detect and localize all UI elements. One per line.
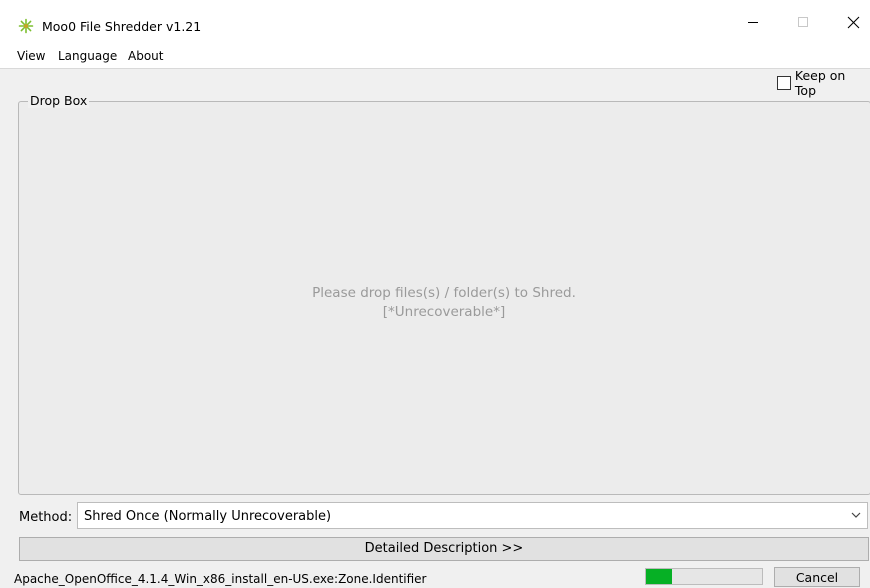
maximize-button[interactable] (780, 6, 826, 38)
drop-box-title: Drop Box (28, 93, 90, 108)
moo0-shredder-icon (18, 18, 34, 34)
drop-message-note: [*Unrecoverable*] (382, 304, 506, 320)
keep-on-top-checkbox[interactable]: Keep on Top (777, 68, 870, 98)
drop-message-line: Please drop files(s) / folder(s) to Shre… (312, 285, 576, 301)
minimize-button[interactable] (730, 6, 776, 38)
checkbox-box[interactable] (777, 76, 791, 90)
close-button[interactable] (830, 6, 870, 38)
progress-bar (645, 568, 763, 585)
cancel-button[interactable]: Cancel (774, 567, 860, 587)
close-icon (847, 16, 859, 28)
method-label: Method: (19, 510, 73, 525)
progress-fill (646, 569, 672, 584)
menu-bar: View Language About (0, 44, 870, 69)
maximize-icon (798, 17, 808, 27)
menu-language[interactable]: Language (58, 49, 117, 63)
method-value: Shred Once (Normally Unrecoverable) (84, 509, 332, 524)
method-dropdown[interactable]: Shred Once (Normally Unrecoverable) (77, 502, 868, 529)
detailed-description-button[interactable]: Detailed Description >> (19, 537, 869, 561)
menu-about[interactable]: About (128, 49, 163, 63)
status-file-name: Apache_OpenOffice_4.1.4_Win_x86_install_… (14, 572, 427, 586)
minimize-icon (748, 22, 758, 23)
chevron-down-icon (851, 512, 861, 518)
menu-view[interactable]: View (17, 49, 45, 63)
window-title: Moo0 File Shredder v1.21 (42, 19, 202, 34)
drop-box-message: Please drop files(s) / folder(s) to Shre… (0, 284, 870, 322)
title-bar: Moo0 File Shredder v1.21 (0, 0, 870, 44)
keep-on-top-label: Keep on Top (794, 68, 846, 98)
